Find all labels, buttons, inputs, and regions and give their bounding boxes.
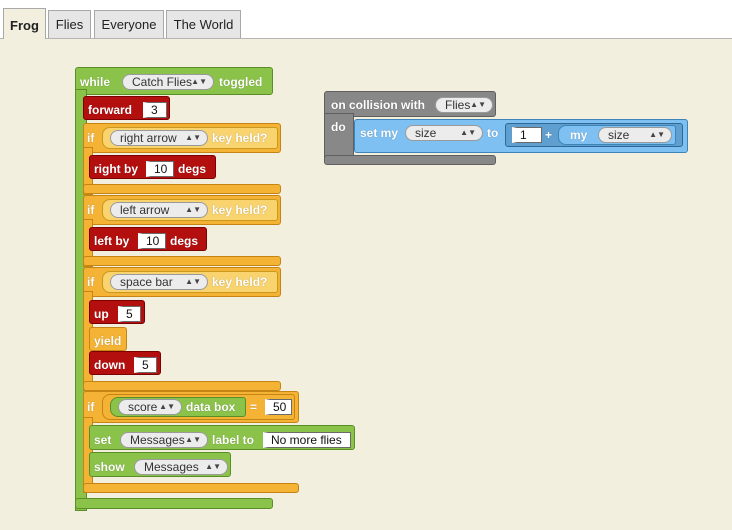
if-keyword: if: [87, 203, 95, 217]
addend-value[interactable]: 1: [512, 127, 542, 143]
widget-dropdown-value: Messages: [144, 460, 199, 474]
while-keyword: while: [80, 75, 111, 89]
tab-everyone[interactable]: Everyone: [94, 10, 164, 38]
dropdown-arrow-icon: ▲▼: [460, 128, 476, 137]
up-value[interactable]: 5: [118, 306, 141, 322]
my-label: my: [570, 128, 588, 142]
if-keyword: if: [87, 275, 95, 289]
dropdown-arrow-icon: ▲▼: [185, 277, 201, 286]
dropdown-arrow-icon: ▲▼: [185, 133, 201, 142]
forward-value[interactable]: 3: [143, 102, 167, 118]
forward-label: forward: [88, 103, 133, 117]
key-held-label: key held?: [212, 131, 268, 145]
property-dropdown-value: size: [415, 126, 437, 140]
collision-target-dropdown[interactable]: Flies ▲▼: [435, 97, 493, 113]
label-text-value[interactable]: No more flies: [263, 432, 351, 448]
if-foot: [83, 256, 281, 266]
dropdown-arrow-icon: ▲▼: [205, 462, 221, 471]
tab-the-world[interactable]: The World: [166, 10, 241, 38]
equals-operator: =: [250, 400, 258, 414]
yield-label: yield: [94, 334, 122, 348]
key-dropdown-value: right arrow: [120, 131, 177, 145]
property-dropdown[interactable]: size ▲▼: [598, 127, 672, 143]
down-label: down: [94, 358, 126, 372]
dropdown-arrow-icon: ▲▼: [649, 130, 665, 139]
data-box-label: data box: [186, 400, 236, 414]
widget-dropdown[interactable]: Messages ▲▼: [120, 432, 208, 448]
key-dropdown[interactable]: space bar ▲▼: [110, 274, 208, 290]
key-dropdown[interactable]: left arrow ▲▼: [110, 202, 208, 218]
toggled-label: toggled: [219, 75, 263, 89]
if-foot: [83, 483, 299, 493]
to-label: to: [487, 126, 499, 140]
degs-label: degs: [170, 234, 199, 248]
set-label: set: [94, 433, 112, 447]
key-dropdown-value: space bar: [120, 275, 173, 289]
collision-block-foot: [324, 155, 496, 165]
variable-dropdown-value: score: [128, 400, 158, 414]
left-by-value[interactable]: 10: [138, 233, 166, 249]
set-my-label: set my: [360, 126, 399, 140]
key-dropdown-value: left arrow: [120, 203, 170, 217]
if-keyword: if: [87, 131, 95, 145]
if-foot: [83, 184, 281, 194]
dropdown-arrow-icon: ▲▼: [470, 100, 486, 109]
down-value[interactable]: 5: [134, 357, 157, 373]
on-collision-label: on collision with: [331, 98, 425, 112]
if-keyword: if: [87, 400, 95, 414]
right-by-label: right by: [94, 162, 138, 176]
up-label: up: [94, 307, 109, 321]
right-by-value[interactable]: 10: [146, 161, 174, 177]
key-held-label: key held?: [212, 203, 268, 217]
property-dropdown-value: size: [608, 128, 630, 142]
show-label: show: [94, 460, 125, 474]
widget-dropdown-value: Messages: [130, 433, 185, 447]
event-dropdown[interactable]: Catch Flies ▲▼: [122, 74, 214, 90]
property-dropdown[interactable]: size ▲▼: [405, 125, 483, 141]
key-held-label: key held?: [212, 275, 268, 289]
dropdown-arrow-icon: ▲▼: [159, 402, 175, 411]
while-block-foot: [75, 498, 273, 509]
left-by-label: left by: [94, 234, 130, 248]
key-dropdown[interactable]: right arrow ▲▼: [110, 130, 208, 146]
plus-operator: +: [545, 128, 553, 142]
collision-target-value: Flies: [445, 98, 471, 112]
tab-bar: Frog Flies Everyone The World: [0, 0, 732, 39]
do-label: do: [331, 120, 346, 134]
dropdown-arrow-icon: ▲▼: [191, 77, 207, 86]
workspace[interactable]: while Catch Flies ▲▼ toggled forward 3 if…: [0, 39, 732, 530]
label-to-text: label to: [212, 433, 255, 447]
if-foot: [83, 381, 281, 391]
variable-dropdown[interactable]: score ▲▼: [118, 399, 182, 415]
score-target-value[interactable]: 50: [265, 399, 292, 415]
degs-label: degs: [178, 162, 207, 176]
tab-frog[interactable]: Frog: [3, 8, 46, 39]
tab-flies[interactable]: Flies: [48, 10, 91, 38]
dropdown-arrow-icon: ▲▼: [185, 205, 201, 214]
event-dropdown-value: Catch Flies: [132, 75, 193, 89]
widget-dropdown[interactable]: Messages ▲▼: [134, 459, 228, 475]
dropdown-arrow-icon: ▲▼: [185, 435, 201, 444]
